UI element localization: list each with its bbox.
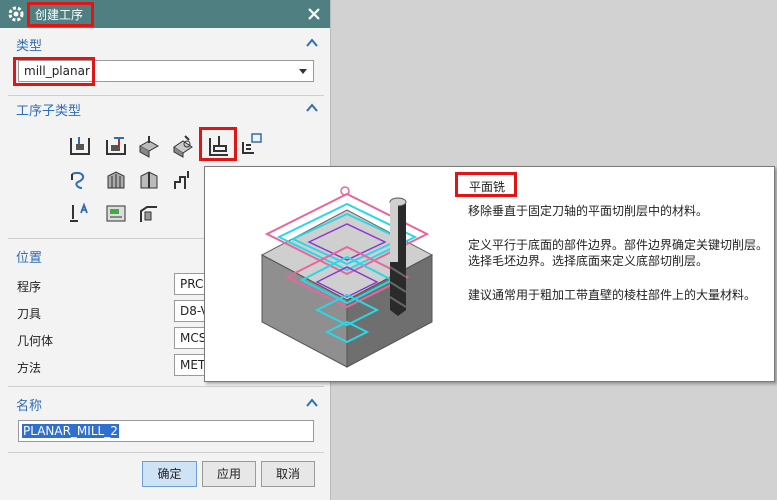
gear-icon[interactable] <box>7 5 25 23</box>
subtype-section-header[interactable]: 工序子类型 <box>8 97 324 119</box>
tooltip-popup: 平面铣 移除垂直于固定刀轴的平面切削层中的材料。 定义平行于底面的部件边界。部件… <box>204 166 775 382</box>
tooltip-description-2: 定义平行于底面的部件边界。部件边界确定关键切削层。 <box>468 238 769 252</box>
divider <box>8 386 324 387</box>
cleanup-corners-icon[interactable] <box>68 168 92 192</box>
title-highlight-box <box>27 2 94 27</box>
ok-button[interactable]: 确定 <box>142 461 197 487</box>
planar-mill-illustration <box>260 186 434 368</box>
planar-profile-icon[interactable] <box>240 132 264 156</box>
apply-button[interactable]: 应用 <box>202 461 256 487</box>
floor-wall-is-icon[interactable] <box>104 134 128 158</box>
tool-label: 刀具 <box>17 307 42 321</box>
program-label: 程序 <box>17 280 42 294</box>
subtype-section-title: 工序子类型 <box>16 104 82 119</box>
face-milling-icon[interactable] <box>137 134 161 158</box>
close-icon[interactable] <box>304 4 324 24</box>
tooltip-description-1: 移除垂直于固定刀轴的平面切削层中的材料。 <box>468 204 709 218</box>
method-label: 方法 <box>17 361 42 375</box>
chevron-up-icon[interactable] <box>306 103 318 112</box>
chevron-up-icon[interactable] <box>306 38 318 47</box>
geometry-value: MCS <box>180 331 207 345</box>
planar-mill-highlight-box <box>199 127 237 161</box>
divider <box>8 95 324 96</box>
method-value: MET <box>180 358 206 372</box>
floor-wall-icon[interactable] <box>68 134 92 158</box>
tooltip-description-4: 建议通常用于粗加工带直壁的棱柱部件上的大量材料。 <box>468 288 757 302</box>
name-section-title: 名称 <box>16 399 43 414</box>
tooltip-title-highlight-box <box>455 172 517 197</box>
face-milling-manual-icon[interactable] <box>171 134 195 158</box>
planar-text-icon[interactable] <box>68 201 92 225</box>
name-section-header[interactable]: 名称 <box>8 392 324 414</box>
mill-user-icon[interactable] <box>137 201 161 225</box>
location-section-title: 位置 <box>16 251 43 266</box>
finish-walls-icon[interactable] <box>104 168 128 192</box>
mill-control-icon[interactable] <box>104 201 128 225</box>
geometry-label: 几何体 <box>17 334 54 348</box>
tooltip-description-3: 选择毛坯边界。选择底面来定义底部切削层。 <box>468 254 709 268</box>
chevron-down-icon[interactable] <box>299 69 307 74</box>
operation-name-input[interactable]: PLANAR_MILL_2 <box>18 420 314 442</box>
operation-name-value: PLANAR_MILL_2 <box>22 424 119 438</box>
type-section-title: 类型 <box>16 39 43 54</box>
type-section-header[interactable]: 类型 <box>8 32 324 54</box>
program-value: PRC <box>180 277 204 291</box>
finish-floor-icon[interactable] <box>137 168 161 192</box>
chevron-up-icon[interactable] <box>306 398 318 407</box>
cancel-button[interactable]: 取消 <box>261 461 315 487</box>
divider <box>8 452 324 453</box>
groove-milling-icon[interactable] <box>171 168 195 192</box>
type-select-highlight-box <box>13 57 95 86</box>
